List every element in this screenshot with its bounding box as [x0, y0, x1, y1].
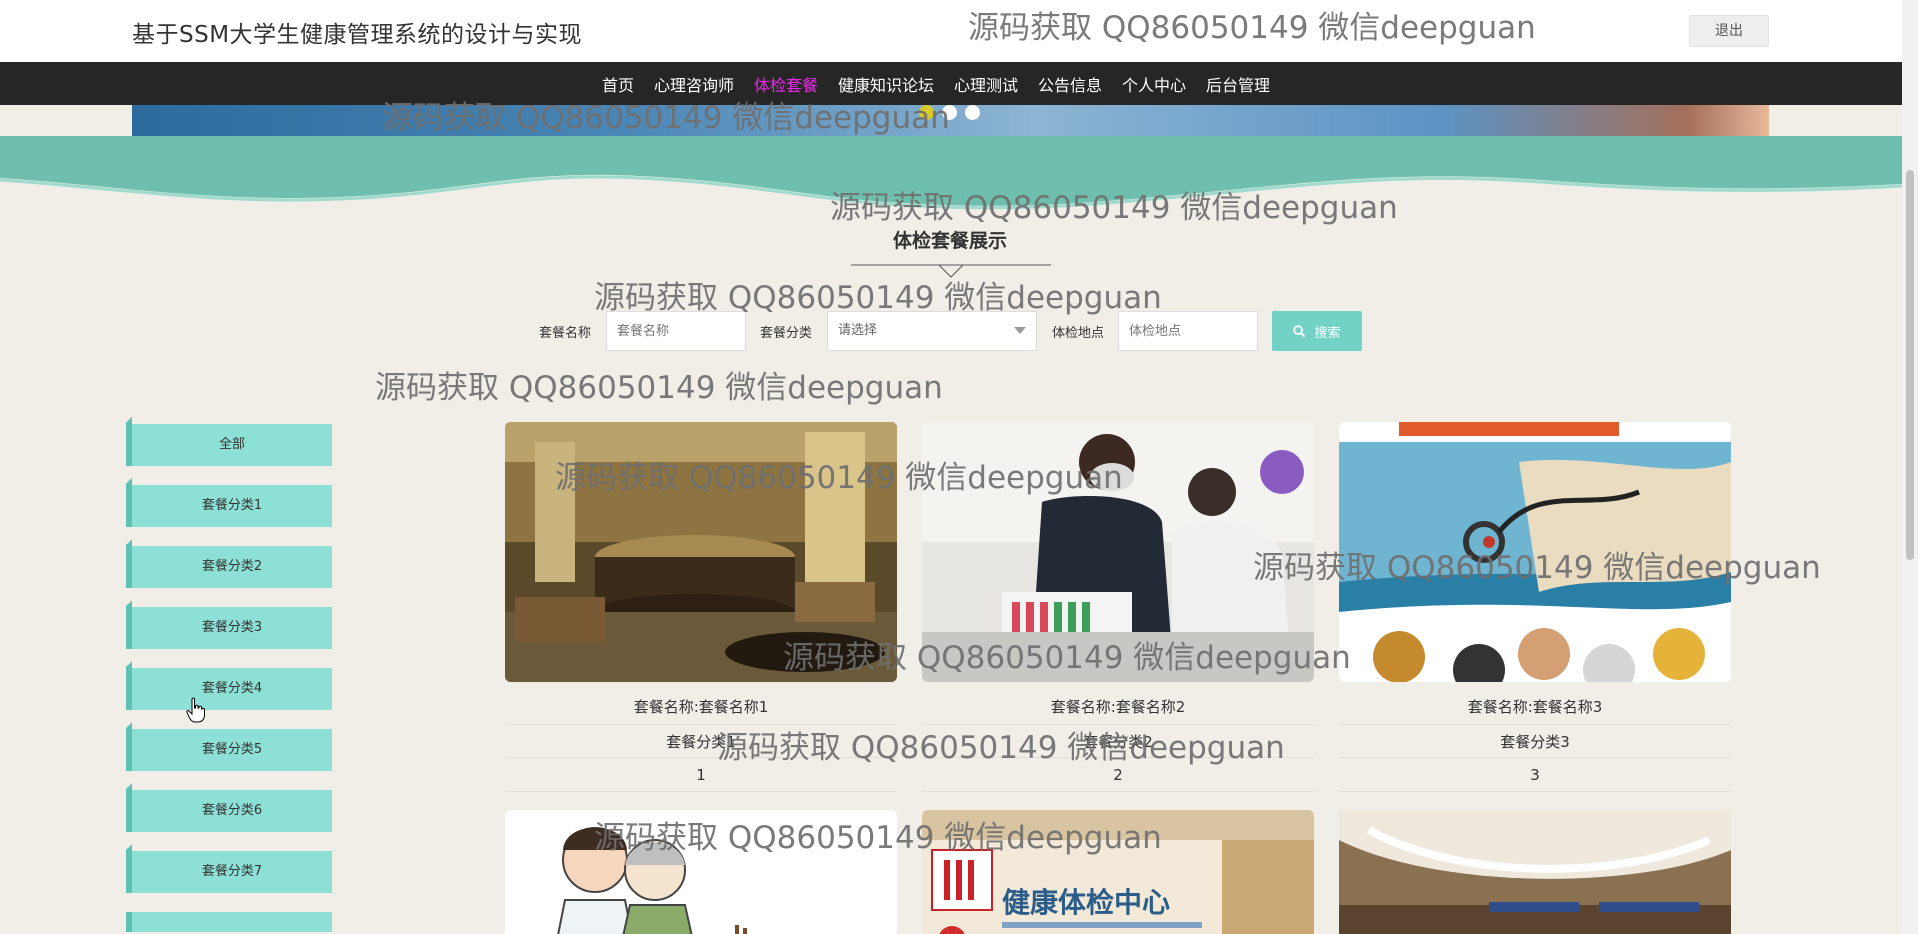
package-category: 套餐分类2 [922, 724, 1314, 758]
carousel-dot-2[interactable] [942, 105, 957, 120]
carousel-dot-3[interactable] [965, 105, 980, 120]
nav-item-health-forum[interactable]: 健康知识论坛 [838, 72, 934, 96]
package-card-2[interactable]: 套餐名称:套餐名称2 套餐分类2 2 [922, 422, 1314, 792]
package-image-blood-test[interactable] [922, 422, 1314, 682]
package-image-checkup-center[interactable]: 健康体检中心 [922, 810, 1314, 934]
search-icon [1293, 324, 1306, 337]
package-image-cartoon[interactable] [505, 810, 897, 934]
package-image-stethoscope[interactable] [1339, 422, 1731, 682]
category-select[interactable]: 请选择 [827, 311, 1037, 351]
package-card-4[interactable] [505, 810, 897, 934]
sidebar-item-category-8[interactable] [132, 912, 332, 932]
watermark: 源码获取 QQ86050149 微信deepguan [375, 370, 943, 406]
category-select-value: 请选择 [838, 323, 878, 338]
package-name: 套餐名称:套餐名称3 [1467, 698, 1603, 716]
sidebar-item-category-1[interactable]: 套餐分类1 [126, 477, 332, 527]
hand-cursor-icon [186, 697, 205, 723]
nav-item-home[interactable]: 首页 [602, 72, 634, 96]
logout-button[interactable]: 退出 [1689, 15, 1769, 47]
nav-item-admin[interactable]: 后台管理 [1206, 72, 1270, 96]
section-title: 体检套餐展示 [892, 230, 1007, 252]
sidebar-item-category-2[interactable]: 套餐分类2 [126, 538, 332, 588]
search-button[interactable]: 搜索 [1272, 311, 1362, 351]
package-name: 套餐名称:套餐名称1 [633, 698, 769, 716]
checkup-center-sign: 健康体检中心 [1002, 886, 1170, 919]
package-name: 套餐名称:套餐名称2 [1050, 698, 1186, 716]
location-label: 体检地点 [1052, 326, 1105, 341]
chevron-down-icon [1014, 327, 1026, 334]
category-sidebar: 全部 套餐分类1 套餐分类2 套餐分类3 套餐分类4 套餐分类5 套餐分类6 套… [126, 416, 332, 934]
sidebar-item-category-7[interactable]: 套餐分类7 [126, 843, 332, 893]
nav-item-profile[interactable]: 个人中心 [1122, 72, 1186, 96]
search-button-label: 搜索 [1314, 325, 1341, 341]
package-number: 3 [1339, 758, 1731, 792]
scrollbar-thumb[interactable] [1906, 170, 1914, 560]
package-image-hospital-hall[interactable] [1339, 810, 1731, 934]
nav-item-announcements[interactable]: 公告信息 [1038, 72, 1102, 96]
name-label: 套餐名称 [539, 326, 592, 341]
package-image-reception[interactable] [505, 422, 897, 682]
carousel-dots [919, 105, 980, 120]
nav-item-counselor[interactable]: 心理咨询师 [654, 72, 734, 96]
package-category: 套餐分类3 [1339, 724, 1731, 758]
package-name-input[interactable] [606, 311, 746, 351]
title-divider [851, 264, 1051, 278]
sidebar-item-category-4[interactable]: 套餐分类4 [126, 660, 332, 710]
main-nav: 首页 心理咨询师 体检套餐 健康知识论坛 心理测试 公告信息 个人中心 后台管理 [0, 62, 1902, 105]
site-title: 基于SSM大学生健康管理系统的设计与实现 [132, 22, 583, 48]
package-number: 1 [505, 758, 897, 792]
sidebar-item-all[interactable]: 全部 [126, 416, 332, 466]
sidebar-item-category-5[interactable]: 套餐分类5 [126, 721, 332, 771]
category-label: 套餐分类 [760, 326, 813, 341]
sidebar-item-category-3[interactable]: 套餐分类3 [126, 599, 332, 649]
nav-item-checkup-package[interactable]: 体检套餐 [754, 72, 818, 96]
package-card-3[interactable]: 套餐名称:套餐名称3 套餐分类3 3 [1339, 422, 1731, 792]
package-card-5[interactable]: 健康体检中心 [922, 810, 1314, 934]
package-card-6[interactable] [1339, 810, 1731, 934]
location-input[interactable] [1118, 311, 1258, 351]
nav-item-psych-test[interactable]: 心理测试 [954, 72, 1018, 96]
carousel-dot-1[interactable] [919, 105, 934, 120]
package-category: 套餐分类1 [505, 724, 897, 758]
top-bar: 基于SSM大学生健康管理系统的设计与实现 退出 [0, 0, 1902, 62]
package-card-1[interactable]: 套餐名称:套餐名称1 套餐分类1 1 [505, 422, 897, 792]
package-number: 2 [922, 758, 1314, 792]
sidebar-item-category-6[interactable]: 套餐分类6 [126, 782, 332, 832]
